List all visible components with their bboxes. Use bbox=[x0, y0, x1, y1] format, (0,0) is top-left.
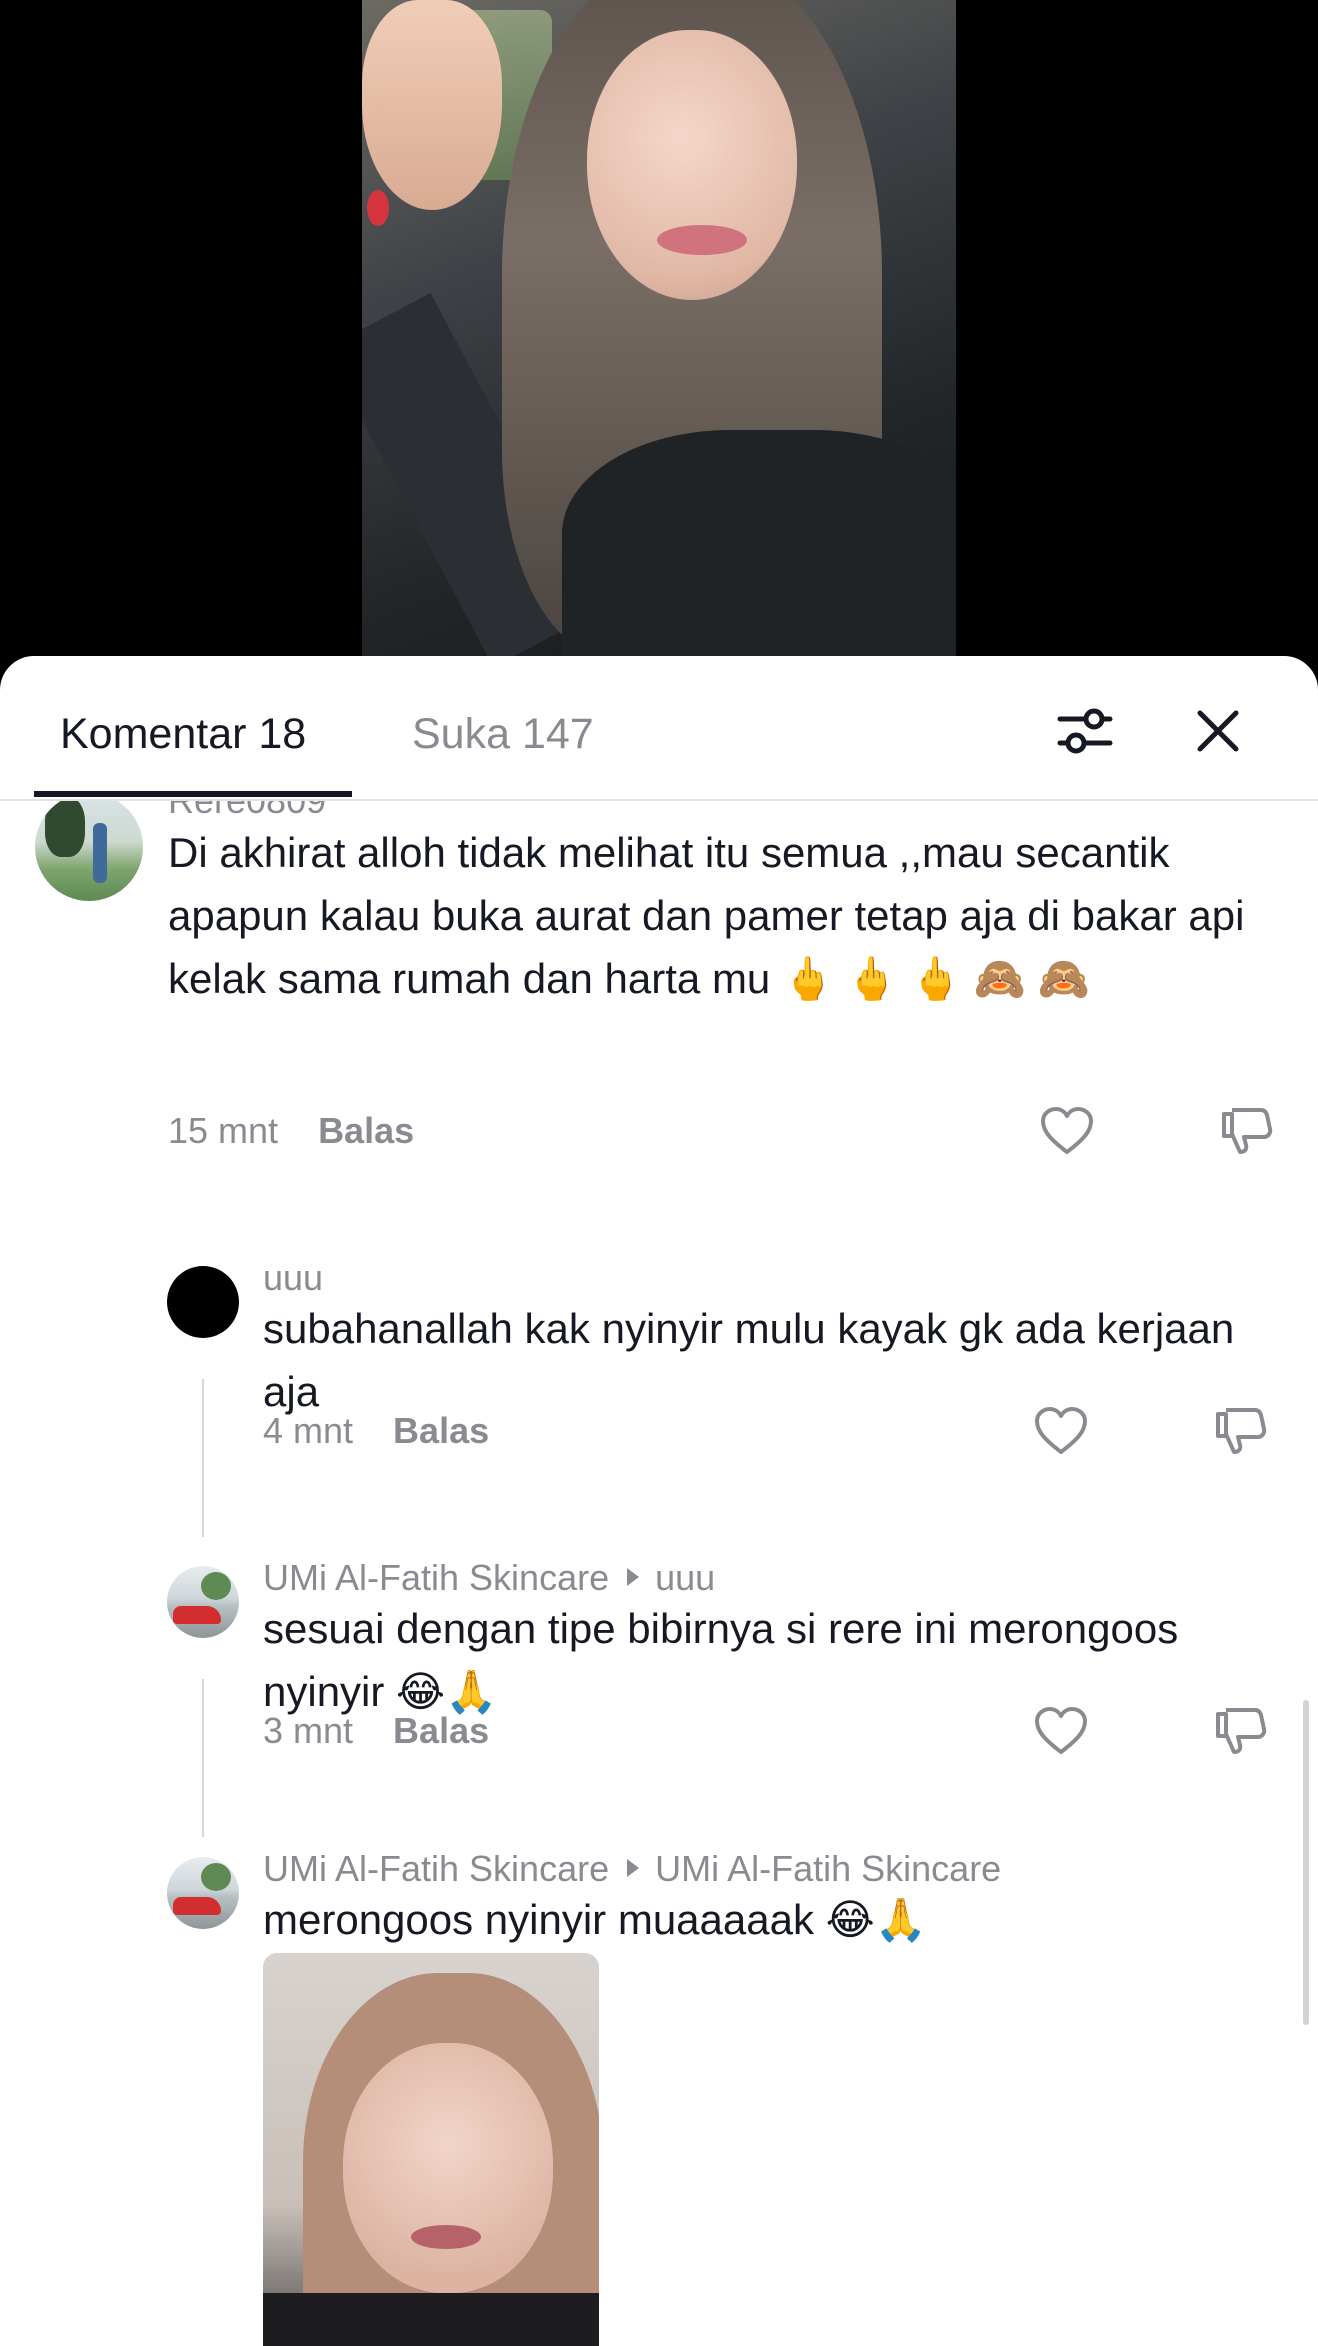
reply-username: UMi Al-Fatih Skincare UMi Al-Fatih Skinca… bbox=[263, 1847, 1001, 1891]
close-icon bbox=[1197, 710, 1239, 752]
like-button[interactable] bbox=[1031, 1701, 1091, 1761]
heart-outline-icon bbox=[1035, 1407, 1087, 1454]
reply-meta: 4 mnt Balas bbox=[263, 1409, 489, 1453]
dislike-button[interactable] bbox=[1211, 1401, 1271, 1461]
avatar-tree bbox=[201, 1863, 231, 1891]
thumbs-down-outline-icon bbox=[1216, 1708, 1267, 1754]
reply-button[interactable]: Balas bbox=[318, 1110, 414, 1151]
comment-list[interactable]: Rere0809 Di akhirat alloh tidak melihat … bbox=[0, 801, 1318, 2346]
thread-line bbox=[202, 1679, 204, 1837]
comment-meta: 15 mnt Balas bbox=[168, 1109, 414, 1153]
avatar[interactable] bbox=[167, 1857, 239, 1929]
dislike-button[interactable] bbox=[1211, 1701, 1271, 1761]
reply-text: subahanallah kak nyinyir mulu kayak gk a… bbox=[263, 1305, 1235, 1415]
nail bbox=[367, 190, 389, 226]
avatar-tree bbox=[201, 1572, 231, 1600]
reply-author[interactable]: UMi Al-Fatih Skincare bbox=[263, 1557, 609, 1598]
avatar-person bbox=[93, 823, 107, 883]
sheet-header: Komentar 18 Suka 147 bbox=[0, 656, 1318, 801]
gif-face bbox=[343, 2043, 553, 2293]
active-tab-indicator bbox=[34, 791, 352, 797]
reply-text: merongoos nyinyir muaaaaak 😂🙏 bbox=[263, 1896, 928, 1943]
jacket bbox=[562, 430, 956, 656]
reply-username[interactable]: uuu bbox=[263, 1256, 323, 1300]
avatar-car bbox=[173, 1606, 221, 1624]
avatar[interactable] bbox=[167, 1566, 239, 1638]
hand bbox=[362, 0, 502, 210]
sliders-icon bbox=[1057, 708, 1113, 754]
heart-outline-icon bbox=[1041, 1107, 1093, 1154]
reply-button[interactable]: Balas bbox=[393, 1410, 489, 1451]
close-button[interactable] bbox=[1183, 696, 1253, 766]
face bbox=[587, 30, 797, 300]
reply-username: UMi Al-Fatih Skincare uuu bbox=[263, 1556, 715, 1600]
comments-sheet: Komentar 18 Suka 147 Rere0809 Di akhirat… bbox=[0, 656, 1318, 2346]
tab-likes[interactable]: Suka 147 bbox=[412, 706, 594, 762]
video-player[interactable] bbox=[0, 0, 1318, 680]
scrollbar[interactable] bbox=[1303, 1700, 1309, 2025]
thread-line bbox=[202, 1379, 204, 1537]
tab-comments[interactable]: Komentar 18 bbox=[60, 706, 306, 762]
avatar[interactable] bbox=[35, 801, 143, 901]
comment-text: Di akhirat alloh tidak melihat itu semua… bbox=[168, 829, 1245, 1002]
lips bbox=[657, 225, 747, 255]
thumbs-down-outline-icon bbox=[1216, 1408, 1267, 1454]
reply-to-user[interactable]: UMi Al-Fatih Skincare bbox=[655, 1848, 1001, 1889]
avatar-tree bbox=[45, 801, 85, 857]
caret-right-icon bbox=[627, 1568, 640, 1587]
reply-button[interactable]: Balas bbox=[393, 1710, 489, 1751]
reply-to-user[interactable]: uuu bbox=[655, 1557, 715, 1598]
reply-meta: 3 mnt Balas bbox=[263, 1709, 489, 1753]
reply-text: sesuai dengan tipe bibirnya si rere ini … bbox=[263, 1605, 1179, 1715]
video-frame[interactable] bbox=[362, 0, 956, 656]
thumbs-down-outline-icon bbox=[1222, 1108, 1273, 1154]
heart-outline-icon bbox=[1035, 1707, 1087, 1754]
gif-shirt bbox=[263, 2293, 599, 2346]
reply-time: 3 mnt bbox=[263, 1710, 354, 1751]
reply-author[interactable]: UMi Al-Fatih Skincare bbox=[263, 1848, 609, 1889]
filter-button[interactable] bbox=[1050, 696, 1120, 766]
dislike-button[interactable] bbox=[1217, 1101, 1277, 1161]
gif-lips bbox=[411, 2225, 481, 2249]
avatar[interactable] bbox=[167, 1266, 239, 1338]
gif-attachment[interactable] bbox=[263, 1953, 599, 2346]
like-button[interactable] bbox=[1031, 1401, 1091, 1461]
comment-time: 15 mnt bbox=[168, 1110, 279, 1151]
comment-username[interactable]: Rere0809 bbox=[168, 801, 326, 823]
caret-right-icon bbox=[627, 1859, 640, 1878]
like-button[interactable] bbox=[1037, 1101, 1097, 1161]
reply-time: 4 mnt bbox=[263, 1410, 354, 1451]
avatar-car bbox=[173, 1897, 221, 1915]
